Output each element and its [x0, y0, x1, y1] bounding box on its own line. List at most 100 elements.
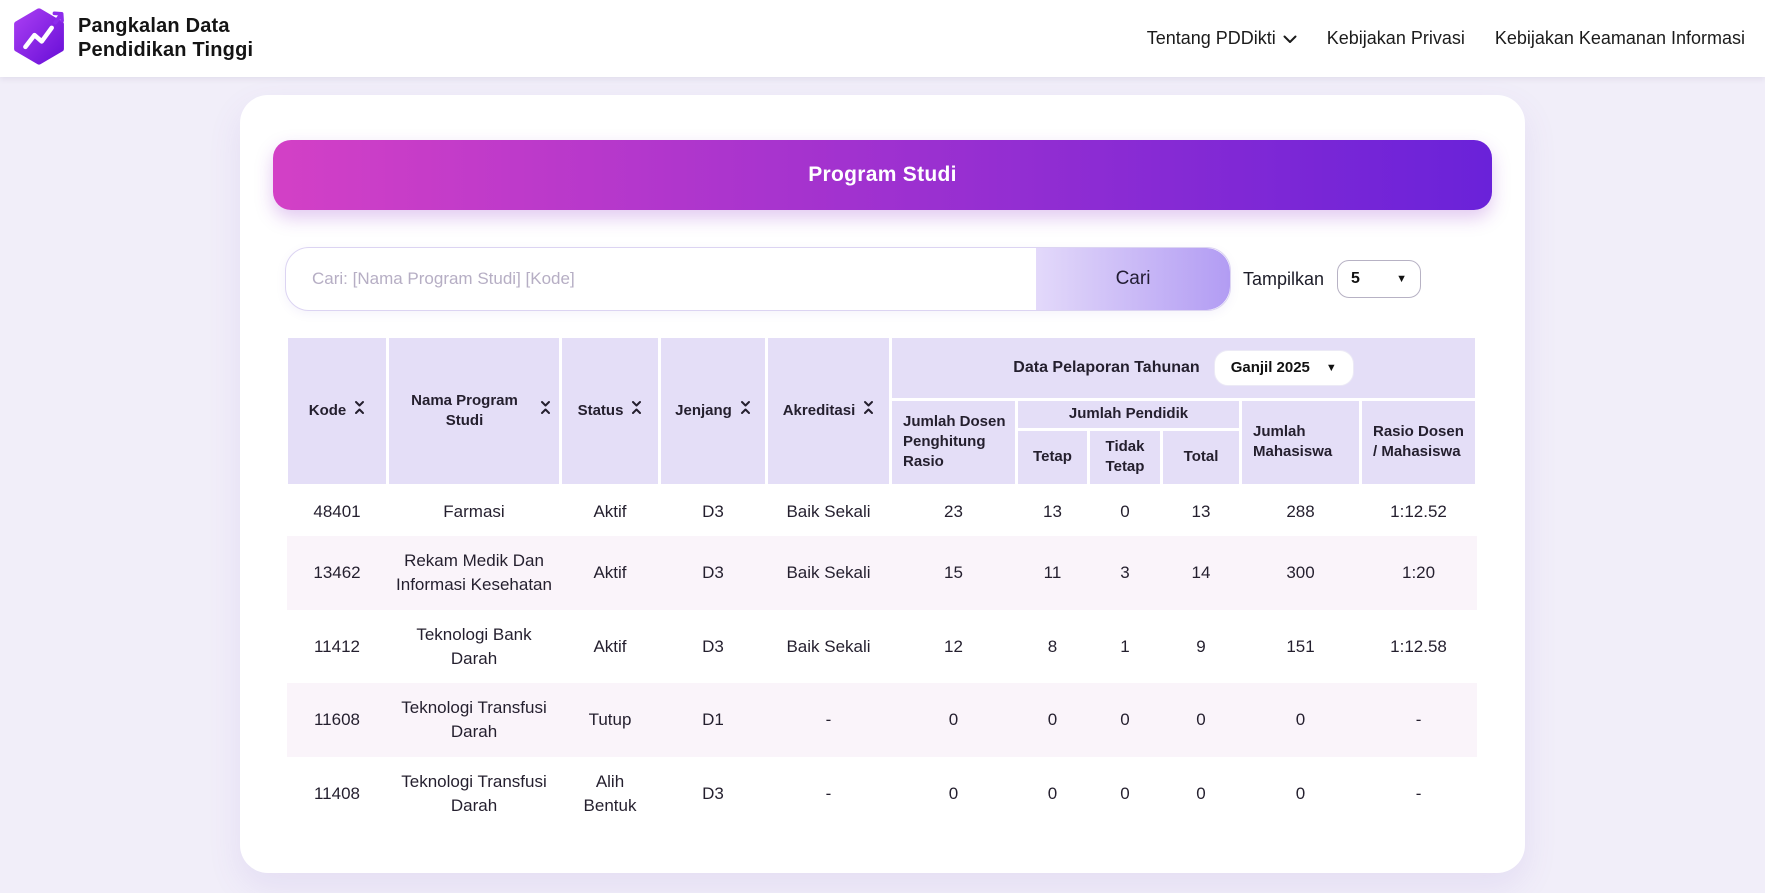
nav-item-label: Kebijakan Keamanan Informasi [1495, 28, 1745, 49]
col-header-rasio-dosen-mahasiswa: Rasio Dosen / Mahasiswa [1361, 400, 1477, 486]
cell-status: Aktif [561, 536, 660, 610]
cell-jumlah-dosen-penghitung-rasio: 12 [891, 610, 1017, 684]
report-period-label: Data Pelaporan Tahunan [1013, 357, 1199, 379]
cell-tetap: 0 [1017, 683, 1089, 757]
cell-tidak-tetap: 1 [1089, 610, 1162, 684]
brand-title-line1: Pangkalan Data [78, 15, 253, 39]
col-header-label: Kode [309, 401, 347, 421]
cell-total: 0 [1162, 683, 1241, 757]
report-period-select[interactable]: Ganjil 2025 ▼ [1214, 350, 1354, 386]
cell-kode: 48401 [287, 485, 388, 536]
per-page-value: 5 [1351, 270, 1360, 288]
caret-down-icon: ▼ [1326, 363, 1337, 374]
cell-rasio-dosen-mahasiswa: 1:20 [1361, 536, 1477, 610]
cell-tidak-tetap: 3 [1089, 536, 1162, 610]
cell-rasio-dosen-mahasiswa: - [1361, 757, 1477, 831]
report-period-header: Data Pelaporan Tahunan Ganjil 2025 ▼ [891, 337, 1477, 400]
cell-jumlah-mahasiswa: 300 [1241, 536, 1361, 610]
cell-status: Alih Bentuk [561, 757, 660, 831]
cell-akreditasi: - [767, 757, 891, 831]
cell-jumlah-mahasiswa: 288 [1241, 485, 1361, 536]
nav-item-kebijakan-keamanan[interactable]: Kebijakan Keamanan Informasi [1495, 28, 1745, 49]
cell-jumlah-dosen-penghitung-rasio: 23 [891, 485, 1017, 536]
cell-nama-program-studi: Teknologi Transfusi Darah [388, 757, 561, 831]
brand-title-line2: Pendidikan Tinggi [78, 39, 253, 63]
cell-tetap: 8 [1017, 610, 1089, 684]
col-header-jenjang[interactable]: Jenjang [660, 337, 767, 486]
caret-down-icon: ▼ [1396, 274, 1407, 285]
search-button[interactable]: Cari [1036, 248, 1230, 310]
col-header-label: Akreditasi [783, 401, 856, 421]
cell-akreditasi: - [767, 683, 891, 757]
col-header-tidak-tetap: Tidak Tetap [1089, 430, 1162, 486]
col-header-jumlah-dosen-penghitung-rasio: Jumlah Dosen Penghitung Rasio [891, 400, 1017, 486]
cell-akreditasi: Baik Sekali [767, 610, 891, 684]
sort-icon [354, 400, 365, 421]
cell-rasio-dosen-mahasiswa: - [1361, 683, 1477, 757]
report-period-value: Ganjil 2025 [1231, 358, 1310, 378]
cell-total: 0 [1162, 757, 1241, 831]
col-header-nama-program-studi[interactable]: Nama Program Studi [388, 337, 561, 486]
cell-total: 13 [1162, 485, 1241, 536]
brand-title: Pangkalan Data Pendidikan Tinggi [78, 15, 253, 62]
cell-jumlah-mahasiswa: 151 [1241, 610, 1361, 684]
nav-item-tentang-pddikti[interactable]: Tentang PDDikti [1147, 28, 1297, 49]
sort-icon [863, 400, 874, 421]
table-row[interactable]: 11412 Teknologi Bank Darah Aktif D3 Baik… [287, 610, 1477, 684]
cell-status: Aktif [561, 610, 660, 684]
brand-logo[interactable]: Pangkalan Data Pendidikan Tinggi [10, 7, 253, 70]
nav-item-label: Tentang PDDikti [1147, 28, 1276, 49]
page-title-banner: Program Studi [273, 140, 1492, 210]
sort-icon [540, 400, 551, 421]
nav-item-kebijakan-privasi[interactable]: Kebijakan Privasi [1327, 28, 1465, 49]
cell-kode: 11408 [287, 757, 388, 831]
topbar: Pangkalan Data Pendidikan Tinggi Tentang… [0, 0, 1765, 77]
cell-kode: 11412 [287, 610, 388, 684]
cell-jumlah-dosen-penghitung-rasio: 15 [891, 536, 1017, 610]
sort-icon [631, 400, 642, 421]
cell-tetap: 13 [1017, 485, 1089, 536]
cell-jumlah-mahasiswa: 0 [1241, 757, 1361, 831]
cell-jumlah-mahasiswa: 0 [1241, 683, 1361, 757]
table-row[interactable]: 13462 Rekam Medik Dan Informasi Kesehata… [287, 536, 1477, 610]
cell-rasio-dosen-mahasiswa: 1:12.58 [1361, 610, 1477, 684]
cell-nama-program-studi: Farmasi [388, 485, 561, 536]
cell-jumlah-dosen-penghitung-rasio: 0 [891, 757, 1017, 831]
cell-total: 9 [1162, 610, 1241, 684]
cell-tidak-tetap: 0 [1089, 683, 1162, 757]
cell-akreditasi: Baik Sekali [767, 485, 891, 536]
cell-jenjang: D3 [660, 485, 767, 536]
cell-jenjang: D1 [660, 683, 767, 757]
table-row[interactable]: 48401 Farmasi Aktif D3 Baik Sekali 23 13… [287, 485, 1477, 536]
cell-total: 14 [1162, 536, 1241, 610]
cell-jenjang: D3 [660, 536, 767, 610]
chevron-down-icon [1283, 28, 1297, 49]
cell-tidak-tetap: 0 [1089, 757, 1162, 831]
cell-kode: 11608 [287, 683, 388, 757]
col-header-status[interactable]: Status [561, 337, 660, 486]
cell-jenjang: D3 [660, 610, 767, 684]
sort-icon [740, 400, 751, 421]
cell-nama-program-studi: Teknologi Bank Darah [388, 610, 561, 684]
table-row[interactable]: 11408 Teknologi Transfusi Darah Alih Ben… [287, 757, 1477, 831]
cell-tetap: 0 [1017, 757, 1089, 831]
cell-akreditasi: Baik Sekali [767, 536, 891, 610]
cell-jumlah-dosen-penghitung-rasio: 0 [891, 683, 1017, 757]
table-row[interactable]: 11608 Teknologi Transfusi Darah Tutup D1… [287, 683, 1477, 757]
col-header-total: Total [1162, 430, 1241, 486]
per-page-label: Tampilkan [1243, 269, 1324, 290]
col-header-tetap: Tetap [1017, 430, 1089, 486]
cell-status: Tutup [561, 683, 660, 757]
per-page-select[interactable]: 5 ▼ [1337, 260, 1421, 298]
col-header-kode[interactable]: Kode [287, 337, 388, 486]
col-header-label: Jenjang [675, 401, 732, 421]
col-header-akreditasi[interactable]: Akreditasi [767, 337, 891, 486]
nav-item-label: Kebijakan Privasi [1327, 28, 1465, 49]
program-studi-table: Kode Nama Program Studi Status [285, 335, 1478, 831]
page-title: Program Studi [808, 163, 957, 187]
search-input[interactable] [286, 248, 1036, 310]
col-header-jumlah-mahasiswa: Jumlah Mahasiswa [1241, 400, 1361, 486]
search-row: Cari Tampilkan 5 ▼ [285, 247, 1480, 311]
cell-rasio-dosen-mahasiswa: 1:12.52 [1361, 485, 1477, 536]
cell-status: Aktif [561, 485, 660, 536]
